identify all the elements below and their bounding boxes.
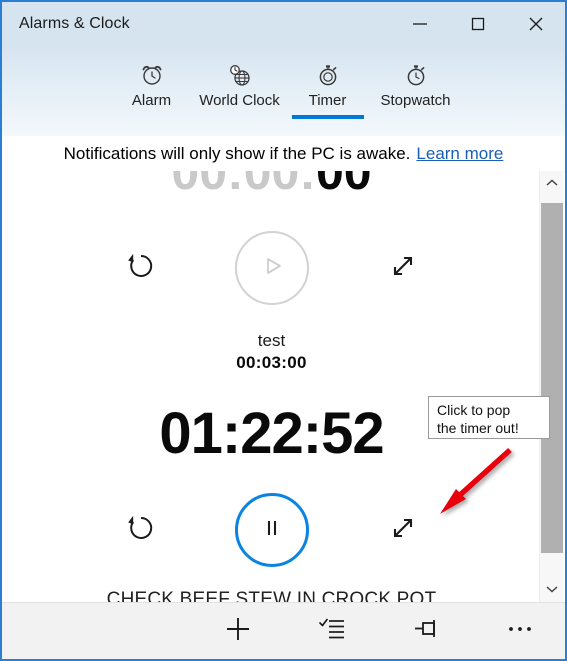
maximize-icon <box>467 13 489 35</box>
expand-icon <box>386 511 420 550</box>
pause-icon <box>259 515 285 546</box>
scroll-up-button[interactable] <box>540 171 564 197</box>
ellipsis-icon <box>505 614 535 649</box>
minimize-button[interactable] <box>391 2 449 46</box>
scroll-down-button[interactable] <box>540 577 564 603</box>
timer-preset: 00:03:00 <box>236 353 307 372</box>
learn-more-link[interactable]: Learn more <box>416 144 503 164</box>
timer-icon <box>315 60 341 90</box>
timer-bottom-label: CHECK BEEF STEW IN CROCK POT <box>106 589 437 603</box>
tab-alarm[interactable]: Alarm <box>108 60 196 115</box>
tab-alarm-label: Alarm <box>131 92 172 109</box>
timer-card-running: test 00:03:00 01:22:52 CHECK BEEF STEW I… <box>2 331 541 603</box>
globe-clock-icon <box>227 60 253 90</box>
start-button-stopped[interactable] <box>234 231 309 305</box>
window-title: Alarms & Clock <box>19 15 130 32</box>
callout-line-2: the timer out! <box>437 419 519 436</box>
notification-banner: Notifications will only show if the PC i… <box>2 136 565 171</box>
close-icon <box>525 13 547 35</box>
plus-icon <box>223 614 253 649</box>
minimize-icon <box>409 13 431 35</box>
tab-timer-label: Timer <box>308 92 347 109</box>
maximize-button[interactable] <box>449 2 507 46</box>
annotation-callout: Click to pop the timer out! <box>428 396 550 439</box>
callout-line-1: Click to pop <box>437 402 511 418</box>
chevron-down-icon <box>545 581 559 599</box>
tab-bar: Alarm World Clock Timer Stopwatch <box>2 46 565 136</box>
expand-button-running[interactable] <box>379 506 427 554</box>
expand-icon <box>386 249 420 288</box>
add-timer-button[interactable] <box>217 610 259 652</box>
expand-button-stopped[interactable] <box>379 244 427 292</box>
timer-name: test <box>257 331 286 350</box>
notification-text: Notifications will only show if the PC i… <box>63 143 411 163</box>
tab-timer-active-indicator <box>291 115 364 119</box>
reset-button-stopped[interactable] <box>117 244 165 292</box>
content-scrollbar[interactable] <box>539 171 563 603</box>
pause-button-running[interactable] <box>234 493 309 567</box>
scrollbar-thumb[interactable] <box>541 203 563 553</box>
stopwatch-icon <box>403 60 429 90</box>
close-button[interactable] <box>507 2 565 46</box>
pin-icon <box>411 614 441 649</box>
timer-display-stopped-dim: 00:00: <box>171 171 316 200</box>
tab-world-clock[interactable]: World Clock <box>196 60 284 115</box>
select-timers-button[interactable] <box>311 610 353 652</box>
reset-icon <box>124 249 158 288</box>
alarms-clock-window: Alarms & Clock Alarm World Clock Timer S… <box>0 0 567 661</box>
play-icon <box>257 251 287 286</box>
alarm-clock-icon <box>139 60 165 90</box>
chevron-up-icon <box>545 175 559 193</box>
tab-world-clock-label: World Clock <box>199 92 280 109</box>
checklist-icon <box>317 614 347 649</box>
timer-display-stopped: 00:00:00 <box>2 171 541 197</box>
reset-button-running[interactable] <box>117 506 165 554</box>
timer-display-stopped-bright: 00 <box>315 171 372 200</box>
more-options-button[interactable] <box>499 610 541 652</box>
reset-icon <box>124 511 158 550</box>
scrollbar-track[interactable] <box>540 197 564 577</box>
window-controls <box>391 2 565 46</box>
tab-stopwatch[interactable]: Stopwatch <box>372 60 460 115</box>
pin-to-start-button[interactable] <box>405 610 447 652</box>
timer-list: 00:00:00 test 00:03:00 01:22:52 CHECK BE… <box>2 171 541 603</box>
command-bar <box>2 602 565 659</box>
title-bar: Alarms & Clock <box>2 2 565 46</box>
tab-stopwatch-label: Stopwatch <box>380 92 451 109</box>
tab-timer[interactable]: Timer <box>284 60 372 119</box>
timer-card-stopped: 00:00:00 <box>2 171 541 319</box>
